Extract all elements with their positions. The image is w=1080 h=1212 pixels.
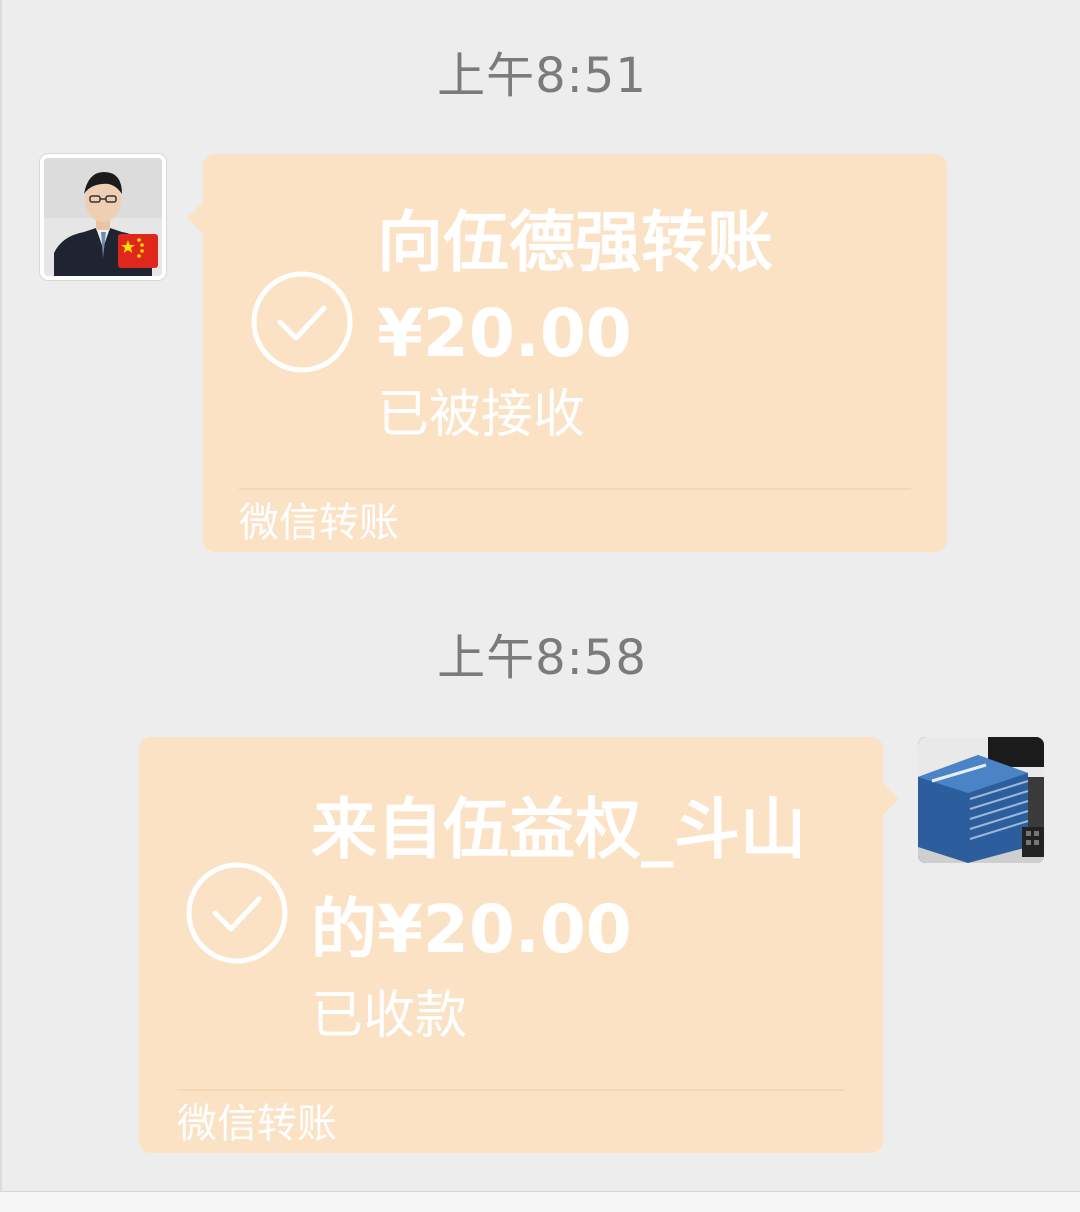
sender-avatar[interactable] [40,154,166,280]
transfer-status: 已收款 [311,986,468,1046]
transfer-amount: ¥20.00 [377,295,632,372]
bubble-divider [239,488,911,490]
transfer-bubble-sent[interactable]: 向伍德强转账 ¥20.00 已被接收 微信转账 [187,154,947,552]
check-circle-icon [251,271,353,373]
chat-area: 上午8:51 向伍德强转账 ¥20.00 已被接收 微信转账 上午8:58 来自… [0,0,1080,1212]
transfer-footer: 微信转账 [177,1101,337,1147]
transfer-bubble-received[interactable]: 来自伍益权_斗山 的¥20.00 已收款 微信转账 [139,737,899,1153]
transfer-title: 来自伍益权_斗山 [311,791,806,868]
message-timestamp: 上午8:51 [437,48,647,104]
input-bar-edge [0,1191,1080,1212]
transfer-amount: 的¥20.00 [311,891,632,968]
check-circle-icon [186,862,288,964]
transfer-title: 向伍德强转账 [377,204,773,281]
bubble-divider [177,1089,845,1091]
transfer-status: 已被接收 [377,385,586,445]
message-timestamp: 上午8:58 [437,630,647,686]
transfer-footer: 微信转账 [239,500,399,546]
book-stack-photo-icon [918,737,1044,863]
self-avatar[interactable] [918,737,1044,863]
china-flag-icon [118,234,158,268]
